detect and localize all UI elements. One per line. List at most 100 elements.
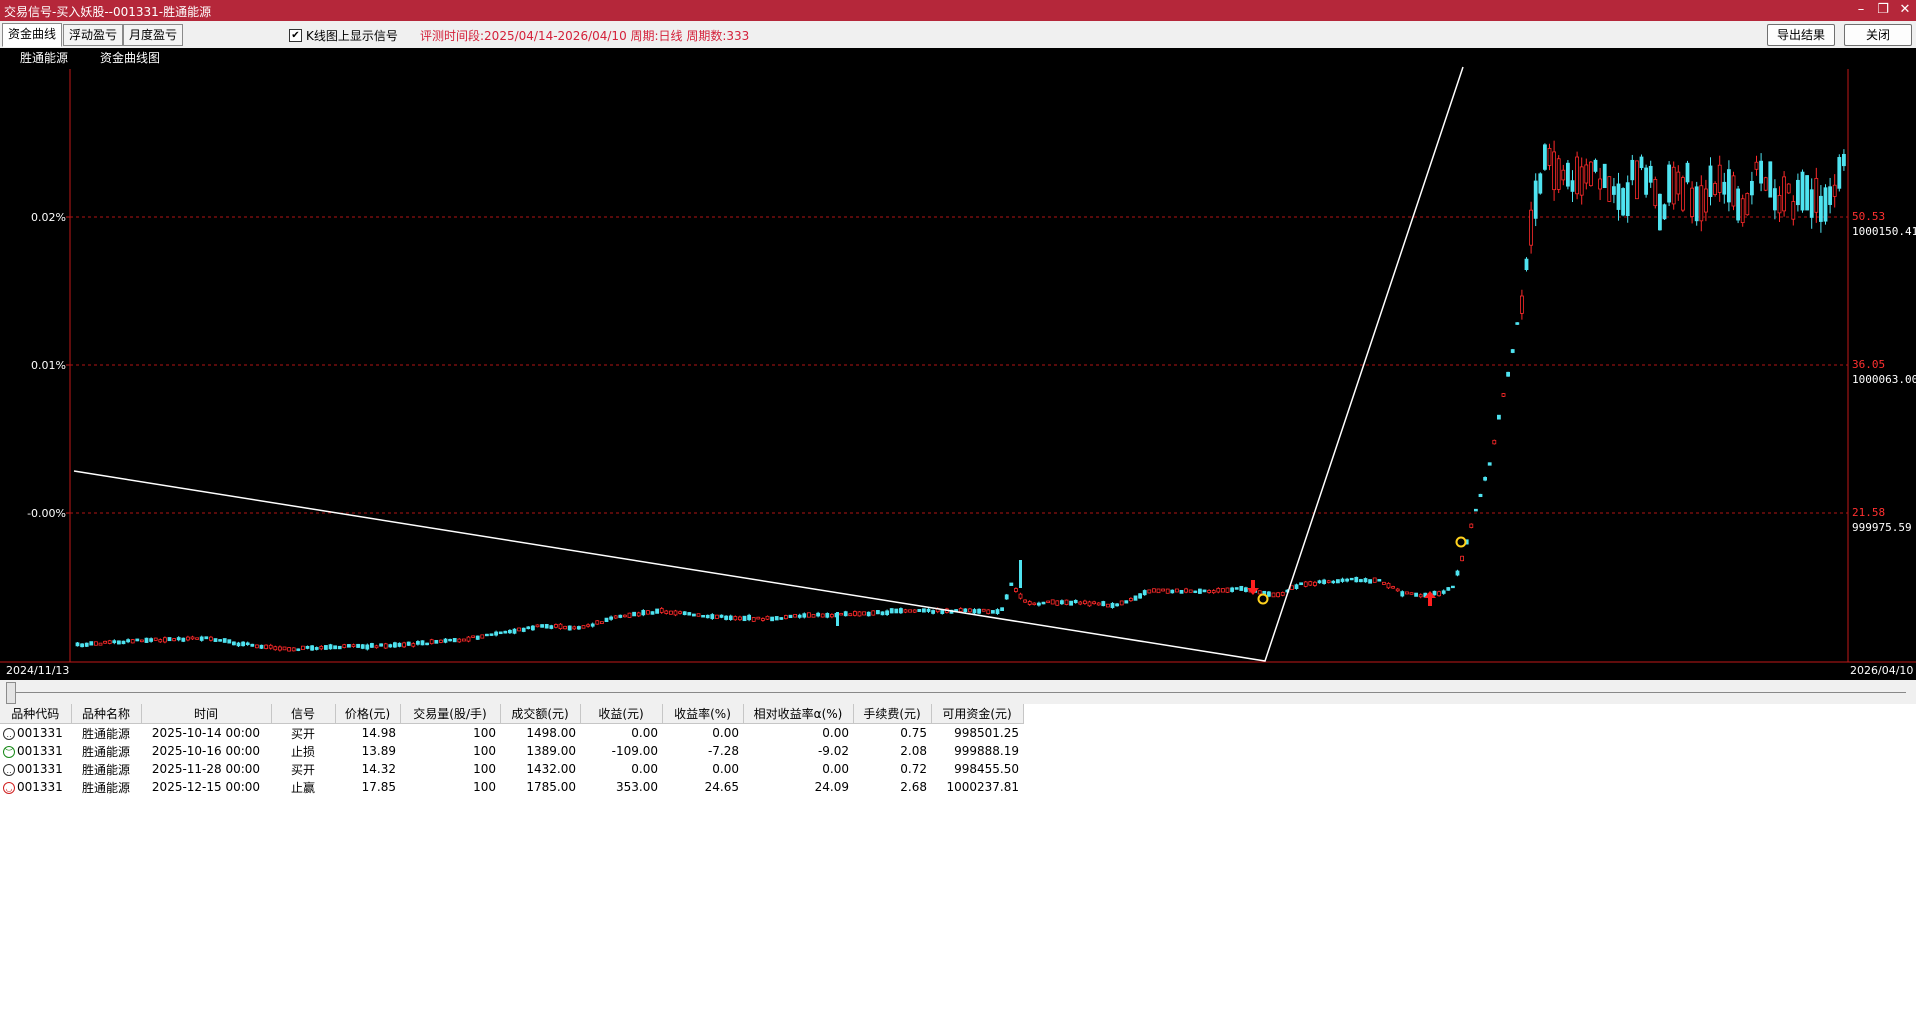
candle-body	[1336, 579, 1340, 584]
col-header-fee[interactable]: 手续费(元)	[853, 704, 932, 724]
candle-body	[917, 609, 922, 613]
col-header-price[interactable]: 价格(元)	[335, 704, 401, 724]
table-row[interactable]: ‥ 001331 胜通能源 2025-10-14 00:00 买开 14.98 100 149…	[0, 724, 1023, 743]
candle-body	[563, 625, 567, 630]
candle-body	[715, 614, 719, 619]
candle-body	[1303, 581, 1308, 587]
candle-body	[836, 612, 839, 626]
candle-body	[489, 633, 494, 636]
candle-body	[531, 625, 535, 631]
table-row[interactable]: ︶ 001331 胜通能源 2025-10-16 00:00 止损 13.89 100 138…	[0, 742, 1023, 760]
cell-signal: 止损	[271, 742, 335, 760]
candle-body	[342, 644, 347, 648]
time-value: 2025-10-16 00:00	[151, 744, 261, 758]
table-row[interactable]: ◡ 001331 胜通能源 2025-12-15 00:00 止赢 17.85 100 178…	[0, 778, 1023, 796]
candle-body	[1593, 159, 1598, 172]
candle-body	[871, 610, 876, 616]
candle-body	[581, 625, 586, 629]
candle-body	[1750, 180, 1754, 196]
tab-floating-pnl[interactable]: 浮动盈亏	[63, 24, 124, 46]
col-header-code[interactable]: 品种代码	[0, 704, 72, 724]
candle-body	[627, 612, 632, 618]
candle-body	[995, 609, 1000, 615]
slider-thumb[interactable]	[6, 682, 16, 704]
candle-body	[1331, 580, 1336, 584]
candle-body	[1014, 588, 1018, 592]
signal-value: 止损	[290, 744, 315, 759]
candle-body	[1299, 582, 1303, 586]
candle-body	[733, 616, 738, 621]
candle-body	[1579, 166, 1584, 196]
candle-body	[1722, 181, 1727, 195]
cell-fee: 0.75	[853, 724, 931, 743]
candle-body	[383, 643, 388, 649]
candle-body	[1234, 587, 1239, 590]
candle-body	[1202, 589, 1207, 593]
col-header-time[interactable]: 时间	[141, 704, 272, 724]
amount-value: 1785.00	[526, 780, 576, 794]
table-row[interactable]: ‥ 001331 胜通能源 2025-11-28 00:00 买开 14.32 100 143…	[0, 760, 1023, 778]
amount-value: 1389.00	[526, 744, 576, 758]
candle-body	[1267, 591, 1271, 597]
col-header-rate[interactable]: 收益率(%)	[662, 704, 744, 724]
col-header-alpha[interactable]: 相对收益率α(%)	[743, 704, 854, 724]
rate-value: -7.28	[707, 744, 739, 758]
candle-body	[1372, 577, 1377, 583]
candle-body	[807, 612, 811, 618]
right-price-label: 50.53	[1852, 210, 1885, 223]
candle-body	[664, 610, 669, 614]
tab-capital-curve[interactable]: 资金曲线	[2, 23, 63, 47]
candle-body	[1791, 201, 1796, 220]
col-header-profit[interactable]: 收益(元)	[580, 704, 663, 724]
time-value: 2025-11-28 00:00	[151, 762, 261, 776]
candle-body	[1294, 584, 1299, 590]
candle-body	[1193, 590, 1198, 593]
candle-body	[181, 637, 186, 642]
candle-body	[420, 640, 425, 646]
restore-button[interactable]: ❐	[1872, 0, 1894, 21]
candle-body	[498, 631, 503, 635]
price-value: 14.98	[361, 726, 396, 740]
col-header-signal[interactable]: 信号	[271, 704, 336, 724]
candle-body	[903, 609, 908, 613]
candle-body	[1478, 493, 1483, 498]
window-close-button[interactable]: ✕	[1894, 0, 1916, 21]
col-header-name[interactable]: 品种名称	[71, 704, 142, 724]
candle-body	[80, 643, 84, 648]
export-button[interactable]: 导出结果	[1767, 24, 1835, 46]
right-price-label: 36.05	[1852, 358, 1885, 371]
capital-value: 998501.25	[954, 726, 1019, 740]
col-header-amount[interactable]: 成交额(元)	[500, 704, 581, 724]
tab-monthly-pnl[interactable]: 月度盈亏	[123, 24, 184, 46]
chart-panel: 胜通能源 资金曲线图 0.02% 0.01% -0.00% 50.53 1000…	[0, 48, 1916, 680]
candle-body	[1317, 580, 1322, 584]
candle-body	[1814, 178, 1819, 213]
candle-body	[1092, 601, 1096, 605]
cell-time: 2025-12-15 00:00	[141, 778, 271, 796]
candle-body	[1064, 599, 1069, 605]
close-button[interactable]: 关闭	[1844, 24, 1912, 46]
show-signals-checkbox[interactable]: ✔	[289, 29, 302, 42]
candle-body	[797, 614, 802, 618]
candle-body	[632, 611, 636, 617]
col-header-volume[interactable]: 交易量(股/手)	[400, 704, 501, 724]
candle-body	[1340, 578, 1345, 582]
minimize-button[interactable]: –	[1850, 0, 1872, 21]
candle-body	[1763, 177, 1768, 191]
candle-body	[204, 636, 209, 640]
amount-value: 1432.00	[526, 762, 576, 776]
slider-track	[10, 692, 1906, 693]
candle-body	[1386, 582, 1391, 589]
candle-body	[866, 611, 871, 617]
candle-body	[1667, 164, 1671, 203]
candle-body	[406, 641, 411, 646]
sad-face-icon: ︶	[3, 745, 15, 758]
candle-body	[328, 644, 333, 650]
time-slider[interactable]	[0, 680, 1916, 704]
candle-body	[696, 613, 701, 617]
candle-body	[1000, 607, 1004, 612]
candle-body	[1027, 601, 1032, 605]
col-header-capital[interactable]: 可用资金(元)	[931, 704, 1024, 724]
candle-body	[1078, 601, 1083, 605]
candle-body	[1156, 588, 1161, 594]
